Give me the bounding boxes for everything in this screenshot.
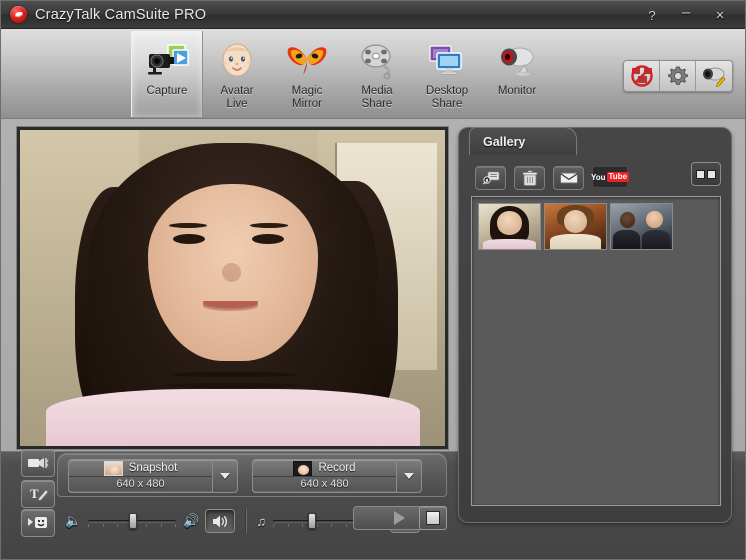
- record-label: Record: [318, 462, 356, 474]
- snapshot-resolution: 640 x 480: [69, 476, 212, 492]
- main-toolbar: Capture Avatar Live Magic Mirror Media S…: [1, 29, 745, 119]
- youtube-you-label: You: [590, 172, 606, 182]
- gallery-thumb-1[interactable]: [478, 203, 541, 250]
- toolbar-label-avatar-live: Avatar Live: [220, 85, 254, 110]
- music-note-icon: ♫: [256, 513, 267, 529]
- toolbar-label-media-share: Media Share: [361, 85, 393, 110]
- minimize-button[interactable]: –: [675, 5, 697, 24]
- gallery-thumb-2[interactable]: [544, 203, 607, 250]
- youtube-tube-label: Tube: [606, 172, 630, 182]
- toolbar-item-media-share[interactable]: Media Share: [341, 31, 413, 117]
- play-arrow-icon: [393, 511, 405, 525]
- window-title: CrazyTalk CamSuite PRO: [35, 6, 207, 23]
- emoticon-frame-icon: [28, 517, 47, 528]
- svg-text:T: T: [30, 486, 39, 501]
- gallery-tab-label: Gallery: [483, 134, 526, 149]
- toolbar-right-buttons: [623, 60, 733, 92]
- snapshot-dropdown-button[interactable]: [213, 460, 237, 492]
- chevron-down-icon: [220, 473, 230, 479]
- video-effect-button[interactable]: [21, 449, 55, 477]
- no-video-icon[interactable]: [624, 61, 660, 91]
- toolbar-label-capture: Capture: [146, 85, 188, 97]
- speaker-low-icon: 🔈: [65, 513, 82, 528]
- gallery-thumbnail-list[interactable]: [471, 196, 721, 506]
- capture-button-bar: Snapshot 640 x 480 Record 640 x 480: [57, 453, 447, 497]
- camcorder-icon: [28, 458, 49, 468]
- tab-gallery[interactable]: Gallery: [469, 127, 577, 155]
- microphone-volume-slider[interactable]: [273, 513, 362, 529]
- emoticon-button[interactable]: [21, 509, 55, 537]
- baby-face-icon: [214, 39, 260, 81]
- toolbar-label-desktop-share: Desktop Share: [425, 85, 469, 110]
- film-reel-icon: [354, 39, 400, 81]
- open-image-icon: [482, 171, 499, 185]
- record-button[interactable]: Record 640 x 480: [252, 459, 422, 493]
- email-button[interactable]: [553, 166, 584, 190]
- envelope-icon: [559, 172, 578, 184]
- speaker-volume-slider[interactable]: [88, 513, 177, 529]
- webcam-setup-icon[interactable]: [696, 61, 732, 91]
- stop-button[interactable]: [419, 506, 447, 530]
- toolbar-item-avatar-live[interactable]: Avatar Live: [201, 31, 273, 117]
- video-preview-frame[interactable]: [17, 127, 448, 449]
- snapshot-label: Snapshot: [128, 462, 178, 474]
- help-button[interactable]: ?: [641, 7, 663, 24]
- gallery-toolbar: You Tube: [475, 166, 630, 190]
- open-folder-button[interactable]: [475, 166, 506, 190]
- record-resolution: 640 x 480: [253, 476, 396, 492]
- toolbar-item-desktop-share[interactable]: Desktop Share: [411, 31, 483, 117]
- gallery-panel: Gallery You Tube: [458, 127, 732, 523]
- record-dropdown-button[interactable]: [397, 460, 421, 492]
- speaker-high-icon: 🔊: [183, 513, 200, 528]
- camera-photo-icon: [144, 39, 190, 81]
- carnival-mask-icon: [284, 39, 330, 81]
- gallery-thumb-3[interactable]: [610, 203, 673, 250]
- snapshot-button[interactable]: Snapshot 640 x 480: [68, 459, 238, 493]
- record-thumb-icon: [293, 460, 313, 476]
- gear-icon[interactable]: [660, 61, 696, 91]
- trash-icon: [522, 169, 537, 186]
- toolbar-item-capture[interactable]: Capture: [131, 31, 203, 117]
- text-paint-button[interactable]: T: [21, 480, 55, 508]
- crazytalk-logo-icon: [10, 6, 27, 23]
- delete-button[interactable]: [514, 166, 545, 190]
- speaker-toggle-button[interactable]: [205, 509, 236, 533]
- snapshot-thumb-icon: [103, 460, 123, 476]
- application-window: CrazyTalk CamSuite PRO ? – × Capture Ava…: [0, 0, 746, 560]
- two-pane-view-icon[interactable]: [691, 162, 721, 186]
- webcam-icon: [494, 39, 540, 81]
- toolbar-label-magic-mirror: Magic Mirror: [291, 85, 323, 110]
- monitor-share-icon: [424, 39, 470, 81]
- toolbar-item-magic-mirror[interactable]: Magic Mirror: [271, 31, 343, 117]
- toolbar-label-monitor: Monitor: [497, 85, 537, 97]
- chevron-down-icon: [404, 473, 414, 479]
- close-button[interactable]: ×: [709, 7, 731, 24]
- speaker-toggle-icon: [213, 515, 228, 527]
- toolbar-item-monitor[interactable]: Monitor: [481, 31, 553, 117]
- stop-square-icon: [426, 511, 440, 525]
- title-bar: CrazyTalk CamSuite PRO ? – ×: [1, 1, 745, 29]
- webcam-live-preview: [20, 130, 445, 446]
- youtube-button[interactable]: You Tube: [590, 166, 630, 188]
- text-brush-icon: T: [30, 486, 49, 502]
